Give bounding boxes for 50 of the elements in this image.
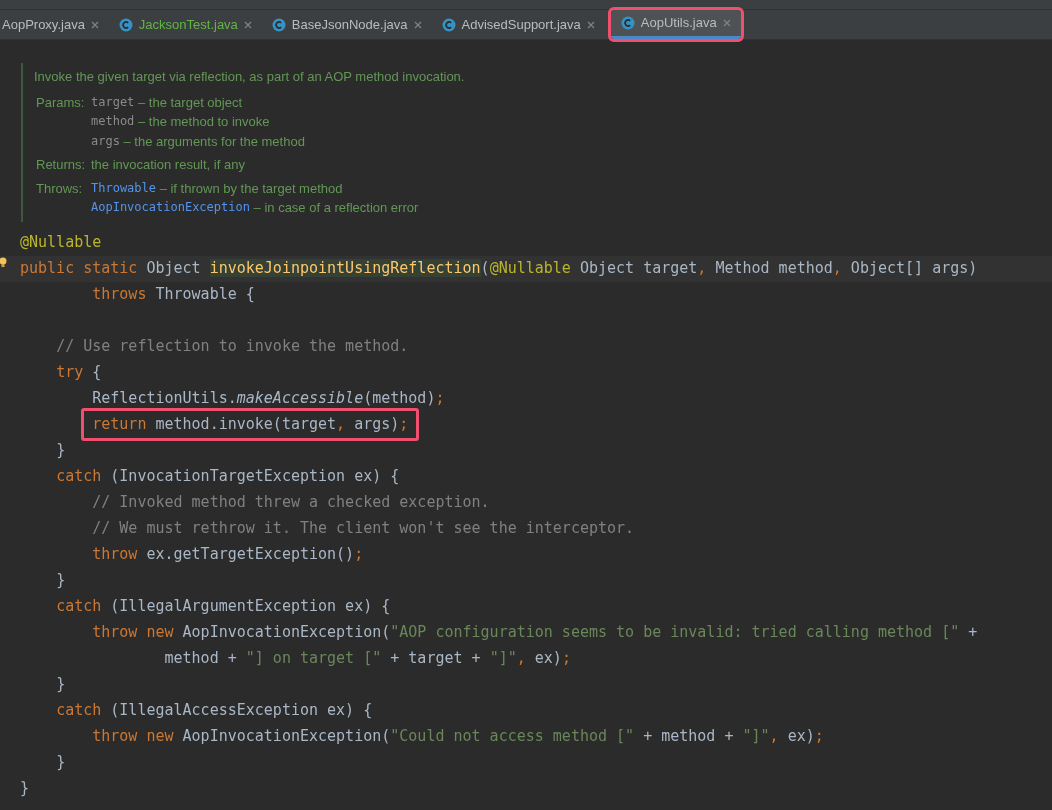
code-line: throw new AopInvocationException("Could not access method [" + method + "]", ex); (91, 726, 825, 748)
editor-tab[interactable]: AdvisedSupport.java (431, 10, 605, 39)
editor-tab[interactable]: BaseJsonNode.java (261, 10, 432, 39)
code-line: // We must rethrow it. The client won't see the interceptor. (91, 518, 636, 540)
param-name: args (91, 132, 120, 150)
editor-tab[interactable]: AopProxy.java (0, 10, 109, 39)
doc-text: – the arguments for the method (122, 132, 305, 151)
code-line: catch (InvocationTargetException ex) { (55, 466, 401, 488)
code-line: } (55, 440, 67, 462)
code-line: // Use reflection to invoke the method. (55, 336, 410, 358)
editor-tab[interactable]: JacksonTest.java (108, 10, 262, 39)
code-line: throws Throwable { (91, 284, 256, 306)
close-icon[interactable] (586, 20, 595, 29)
close-icon[interactable] (90, 20, 99, 29)
class-icon (271, 17, 286, 32)
doc-text: – the target object (136, 93, 243, 112)
code-line: @Nullable (19, 232, 103, 254)
doc-label: Returns: (36, 156, 87, 174)
param-name: target (91, 93, 135, 111)
code-line: } (19, 778, 31, 800)
class-icon (441, 17, 456, 32)
code-line: ReflectionUtils.makeAccessible(method); (91, 388, 446, 410)
doc-link[interactable]: Throwable (91, 178, 157, 198)
doc-label: Throws: (36, 179, 84, 198)
doc-text: the invocation result, if any (91, 156, 245, 174)
code-line: throw new AopInvocationException("AOP configuration seems to be invalid: tried calling method [" + (91, 622, 979, 644)
code-line: public static Object invokeJoinpointUsingReflection(@Nullable Object target, Method method, Object[] args) (19, 258, 979, 280)
doc-summary: Invoke the given target via reflection, as part of an AOP method invocation. (34, 68, 466, 86)
close-icon[interactable] (243, 20, 252, 29)
close-icon[interactable] (722, 19, 731, 27)
param-name: method (91, 113, 135, 130)
doc-text: – in case of a reflection error (252, 199, 419, 217)
doc-link[interactable]: AopInvocationException (91, 198, 250, 218)
class-icon (620, 16, 635, 30)
doc-text: – if thrown by the target method (158, 179, 343, 198)
editor-tab[interactable]: AopUtils.java (610, 10, 741, 39)
code-line: method + "] on target [" + target + "]", ex); (163, 648, 572, 670)
class-icon (118, 17, 133, 32)
close-icon[interactable] (413, 20, 422, 29)
code-line: try { (55, 362, 103, 384)
code-line: throw ex.getTargetException(); (91, 544, 365, 566)
code-line: catch (IllegalAccessException ex) { (55, 700, 374, 722)
code-line: catch (IllegalArgumentException ex) { (55, 596, 392, 618)
doc-text: – the method to invoke (136, 113, 270, 131)
code-line: // Invoked method threw a checked exception. (91, 492, 491, 514)
lightbulb-icon[interactable] (0, 256, 8, 269)
code-line: } (55, 752, 67, 774)
code-line: } (55, 570, 67, 592)
doc-label: Params: (36, 93, 86, 112)
code-line: } (55, 674, 67, 696)
